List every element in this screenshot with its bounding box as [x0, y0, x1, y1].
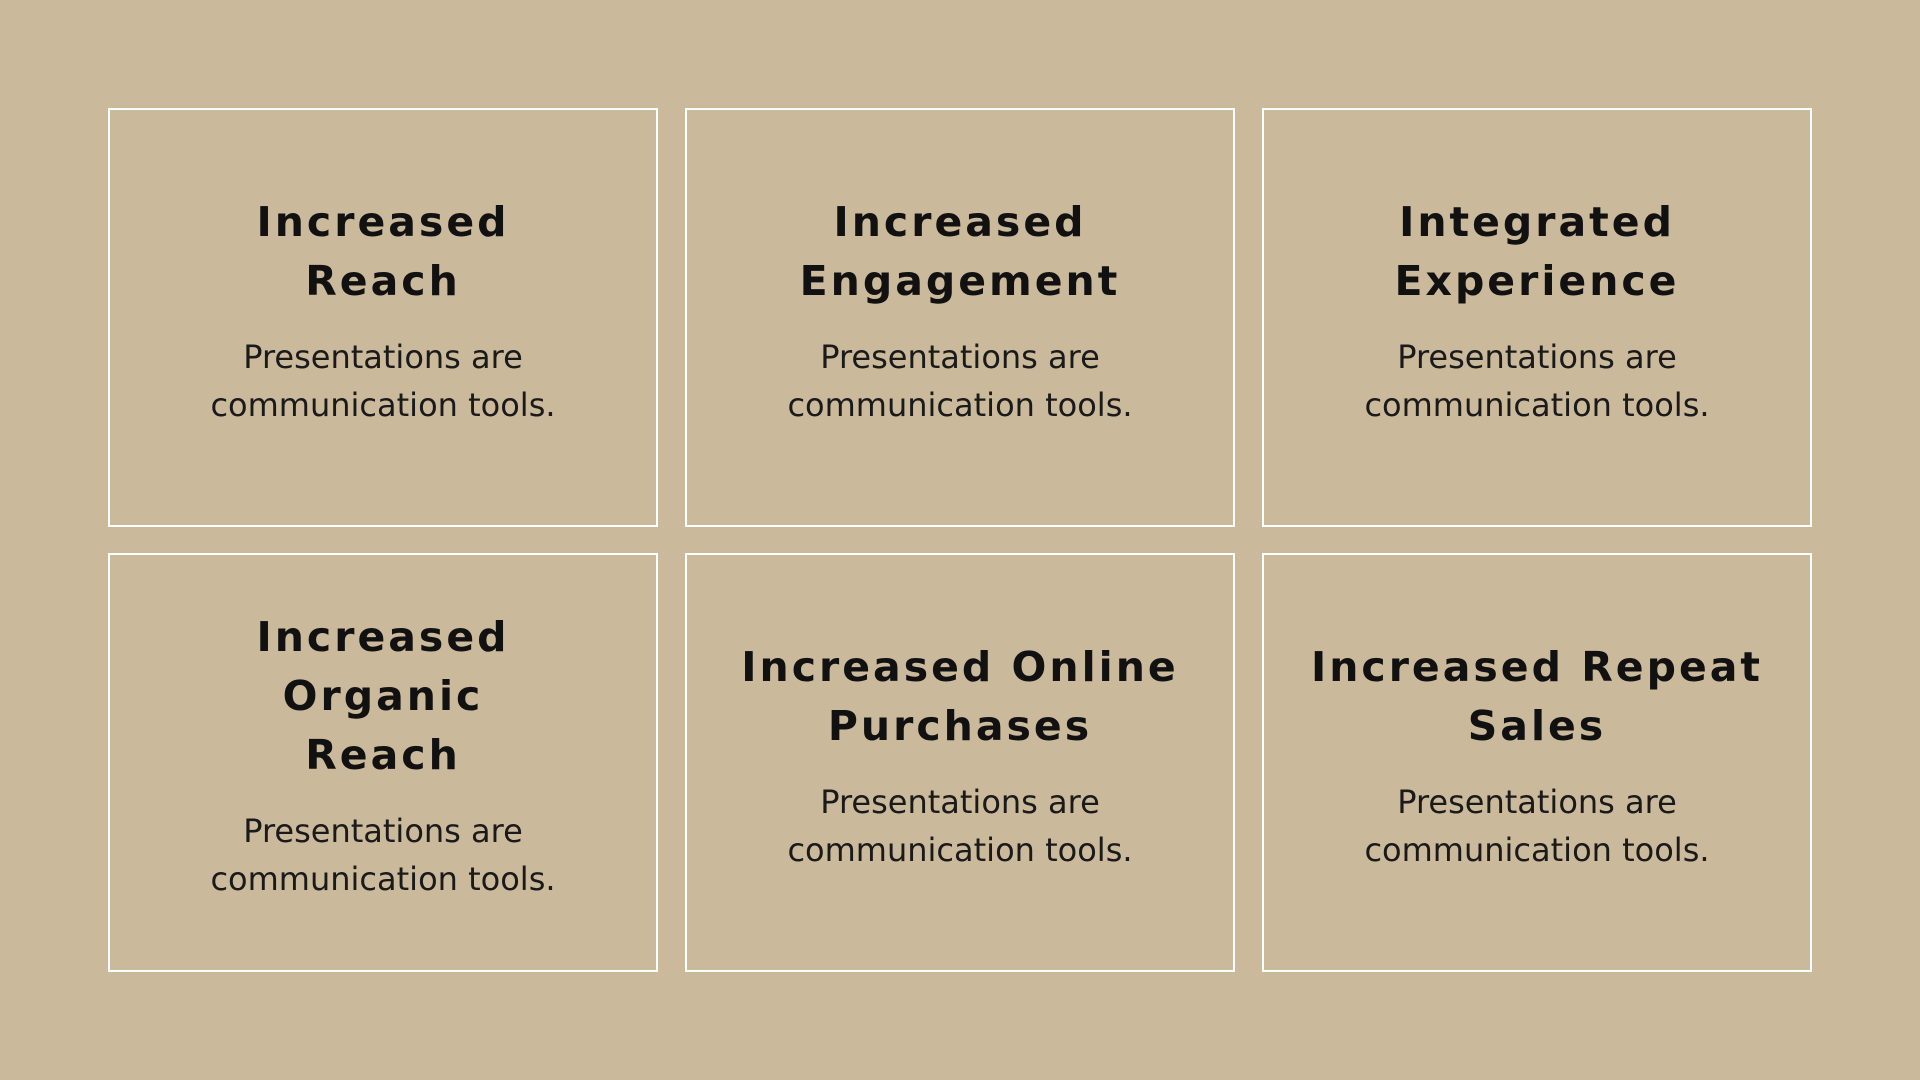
card-increased-online-purchases: Increased Online Purchases Presentations…: [685, 553, 1235, 972]
card-increased-organic-reach: Increased Organic Reach Presentations ar…: [108, 553, 658, 972]
card-title: Increased Engagement: [799, 197, 1121, 305]
card-title: Increased Organic Reach: [256, 613, 510, 779]
card-grid: Increased Reach Presentations are commun…: [108, 108, 1812, 972]
card-description: Presentations are communication tools.: [1364, 782, 1710, 869]
card-integrated-experience: Integrated Experience Presentations are …: [1262, 108, 1812, 527]
card-increased-engagement: Increased Engagement Presentations are c…: [685, 108, 1235, 527]
card-title: Integrated Experience: [1394, 197, 1680, 305]
card-title: Increased Reach: [256, 197, 510, 305]
card-description: Presentations are communication tools.: [210, 337, 556, 424]
slide: Increased Reach Presentations are commun…: [0, 0, 1920, 1080]
card-description: Presentations are communication tools.: [210, 812, 556, 898]
card-increased-repeat-sales: Increased Repeat Sales Presentations are…: [1262, 553, 1812, 972]
card-description: Presentations are communication tools.: [787, 337, 1133, 424]
card-description: Presentations are communication tools.: [787, 782, 1133, 869]
card-description: Presentations are communication tools.: [1364, 337, 1710, 424]
card-title: Increased Online Purchases: [741, 642, 1179, 750]
card-title: Increased Repeat Sales: [1310, 642, 1764, 750]
card-increased-reach: Increased Reach Presentations are commun…: [108, 108, 658, 527]
